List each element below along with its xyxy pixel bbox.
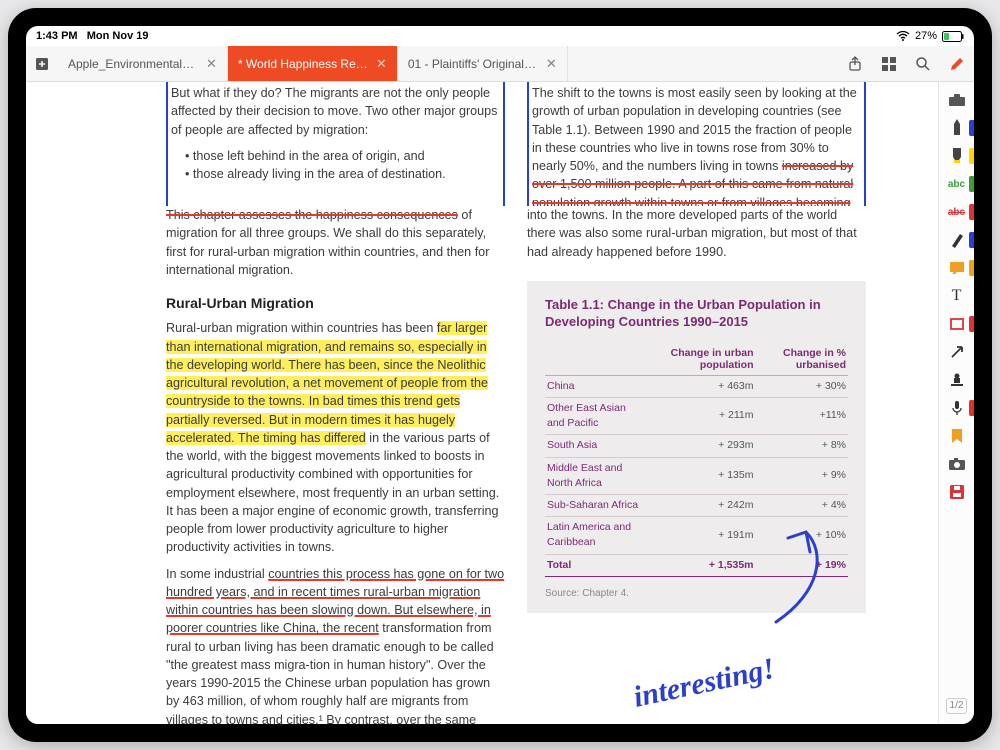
paragraph: The shift to the towns is most easily se… bbox=[532, 84, 861, 206]
screen: 1:43 PM Mon Nov 19 27% Apple_Environment… bbox=[26, 26, 974, 724]
battery-icon bbox=[942, 31, 964, 42]
tab-strip: Apple_Environmental_R... ✕ * World Happi… bbox=[26, 46, 974, 82]
paragraph: This chapter assesses the happiness cons… bbox=[166, 206, 505, 279]
note-tool[interactable] bbox=[943, 256, 971, 280]
new-tab-button[interactable] bbox=[26, 46, 58, 81]
close-icon[interactable]: ✕ bbox=[376, 56, 387, 72]
table-source: Source: Chapter 4. bbox=[545, 587, 848, 602]
tab-2[interactable]: 01 - Plaintiffs' Original P... ✕ bbox=[398, 46, 568, 81]
document-viewport[interactable]: But what if they do? The migrants are no… bbox=[26, 82, 938, 724]
table-row: Other East Asian and Pacific+ 211m+11% bbox=[545, 397, 848, 434]
audio-tool[interactable] bbox=[943, 396, 971, 420]
status-right: 27% bbox=[896, 30, 964, 42]
tab-label: 01 - Plaintiffs' Original P... bbox=[408, 57, 538, 71]
save-tool[interactable] bbox=[943, 480, 971, 504]
ipad-frame: 1:43 PM Mon Nov 19 27% Apple_Environment… bbox=[8, 8, 992, 742]
battery-percent: 27% bbox=[915, 30, 937, 42]
table-header: Change in urban population bbox=[648, 343, 756, 376]
table-row: Middle East and North Africa+ 135m+ 9% bbox=[545, 457, 848, 494]
table-row: South Asia+ 293m+ 8% bbox=[545, 435, 848, 457]
paragraph: Rural-urban migration within countries h… bbox=[166, 319, 505, 556]
list-item: those left behind in the area of origin,… bbox=[185, 147, 500, 165]
tool-sidebar: abc abc T 1/2 bbox=[938, 82, 974, 724]
table-row: Sub-Saharan Africa+ 242m+ 4% bbox=[545, 494, 848, 516]
camera-tool[interactable] bbox=[943, 452, 971, 476]
tab-label: Apple_Environmental_R... bbox=[68, 57, 198, 71]
table-header: Change in % urbanised bbox=[756, 343, 849, 376]
table-row: China+ 463m+ 30% bbox=[545, 375, 848, 397]
highlight-text: far larger than international migration,… bbox=[166, 321, 488, 445]
status-time: 1:43 PM bbox=[36, 30, 78, 42]
table-inset: Table 1.1: Change in the Urban Populatio… bbox=[527, 281, 866, 614]
grid-view-button[interactable] bbox=[872, 46, 906, 81]
blue-box-annotation-left: But what if they do? The migrants are no… bbox=[166, 82, 505, 206]
text-tool[interactable]: T bbox=[943, 284, 971, 308]
strikethrough-tool[interactable]: abc bbox=[943, 200, 971, 224]
bookmark-tool[interactable] bbox=[943, 424, 971, 448]
status-bar: 1:43 PM Mon Nov 19 27% bbox=[26, 26, 974, 46]
close-icon[interactable]: ✕ bbox=[206, 56, 217, 72]
close-icon[interactable]: ✕ bbox=[546, 56, 557, 72]
tab-0[interactable]: Apple_Environmental_R... ✕ bbox=[58, 46, 228, 81]
tab-label: * World Happiness Repo... bbox=[238, 57, 368, 71]
stamp-tool[interactable] bbox=[943, 368, 971, 392]
column-left: But what if they do? The migrants are no… bbox=[166, 82, 505, 724]
edit-pencil-button[interactable] bbox=[940, 46, 974, 81]
column-right: The shift to the towns is most easily se… bbox=[527, 82, 866, 724]
paragraph: But what if they do? The migrants are no… bbox=[171, 84, 500, 139]
share-button[interactable] bbox=[838, 46, 872, 81]
paragraph: into the towns. In the more developed pa… bbox=[527, 206, 866, 261]
pen-tool[interactable] bbox=[943, 116, 971, 140]
toolbox-icon[interactable] bbox=[943, 88, 971, 112]
data-table: Change in urban population Change in % u… bbox=[545, 343, 848, 577]
table-title: Table 1.1: Change in the Urban Populatio… bbox=[545, 297, 848, 331]
wifi-icon bbox=[896, 31, 910, 41]
highlighter-tool[interactable] bbox=[943, 144, 971, 168]
tab-1[interactable]: * World Happiness Repo... ✕ bbox=[228, 46, 398, 81]
arrow-tool[interactable] bbox=[943, 340, 971, 364]
table-header bbox=[545, 343, 648, 376]
search-button[interactable] bbox=[906, 46, 940, 81]
section-heading: Rural-Urban Migration bbox=[166, 293, 505, 313]
ink-pen-tool[interactable] bbox=[943, 228, 971, 252]
rectangle-tool[interactable] bbox=[943, 312, 971, 336]
table-row: Latin America and Caribbean+ 191m+ 10% bbox=[545, 517, 848, 554]
table-row-total: Total+ 1,535m+ 19% bbox=[545, 554, 848, 576]
status-left: 1:43 PM Mon Nov 19 bbox=[36, 30, 148, 42]
text-highlight-tool[interactable]: abc bbox=[943, 172, 971, 196]
workspace: But what if they do? The migrants are no… bbox=[26, 82, 974, 724]
list-item: those already living in the area of dest… bbox=[185, 165, 500, 183]
blue-box-annotation-right: The shift to the towns is most easily se… bbox=[527, 82, 866, 206]
page: But what if they do? The migrants are no… bbox=[166, 82, 866, 724]
paragraph: In some industrial countries this proces… bbox=[166, 565, 505, 724]
strikethrough-text: This chapter assesses the happiness cons… bbox=[166, 208, 458, 222]
page-indicator[interactable]: 1/2 bbox=[946, 698, 968, 714]
status-date: Mon Nov 19 bbox=[87, 30, 149, 42]
